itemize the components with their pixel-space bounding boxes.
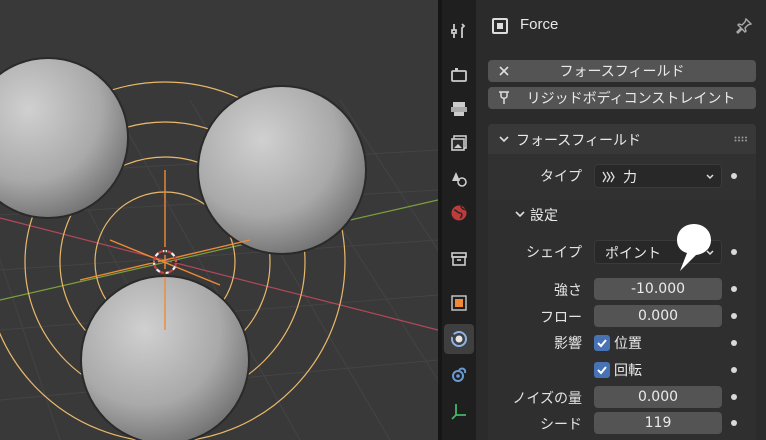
- shape-label: シェイプ: [526, 245, 582, 261]
- type-dropdown[interactable]: 力: [594, 164, 722, 188]
- checkmark-icon: [597, 339, 607, 348]
- strength-field[interactable]: -10.000: [594, 278, 722, 300]
- object-data-icon: [451, 404, 466, 420]
- noise-field[interactable]: 0.000: [594, 386, 722, 408]
- rigid-body-constraint-icon: [499, 91, 509, 104]
- tab-output[interactable]: [444, 94, 474, 124]
- force-field-panel: フォースフィールド タイプ 力 設定 シェイプ ポイント 強さ -10.000: [488, 124, 756, 440]
- 3d-viewport[interactable]: [0, 0, 438, 440]
- affect-label: 影響: [554, 336, 582, 352]
- rigid-body-constraint-label: リジッドボディコンストレイント: [526, 91, 736, 107]
- constraints-icon: [452, 367, 467, 382]
- tab-world[interactable]: [444, 198, 474, 228]
- checkmark-icon: [597, 366, 607, 375]
- output-icon: [451, 102, 467, 116]
- physics-icon: [451, 331, 467, 347]
- tab-constraints[interactable]: [444, 360, 474, 390]
- speech-bubble-icon: [677, 224, 711, 271]
- type-value: 力: [623, 170, 637, 186]
- keyframe-dot[interactable]: [731, 394, 737, 400]
- keyframe-dot[interactable]: [731, 420, 737, 426]
- properties-editor: Force フォースフィールド リジッドボディコンストレイント フォースフィール…: [476, 0, 766, 440]
- properties-header: Force: [476, 0, 766, 52]
- affect-location-label[interactable]: 位置: [614, 333, 642, 353]
- pin-icon[interactable]: [734, 16, 754, 36]
- keyframe-dot[interactable]: [731, 313, 737, 319]
- object-icon: [451, 295, 467, 311]
- world-icon: [451, 205, 467, 221]
- noise-label: ノイズの量: [512, 391, 582, 407]
- tab-view-layer[interactable]: [444, 128, 474, 158]
- drag-handle-icon[interactable]: [734, 136, 748, 142]
- close-icon: [499, 66, 509, 76]
- remove-force-field-label: フォースフィールド: [559, 64, 685, 80]
- seed-field[interactable]: 119: [594, 412, 722, 434]
- properties-tab-bar: [442, 0, 476, 440]
- flow-field[interactable]: 0.000: [594, 305, 722, 327]
- sphere-object[interactable]: [197, 85, 367, 255]
- tool-icon: [451, 23, 466, 38]
- flow-label: フロー: [540, 310, 582, 326]
- sphere-object[interactable]: [0, 57, 129, 219]
- affect-rotation-label[interactable]: 回転: [614, 360, 642, 380]
- keyframe-dot[interactable]: [731, 286, 737, 292]
- keyframe-dot[interactable]: [731, 340, 737, 346]
- type-label: タイプ: [540, 169, 582, 185]
- affect-rotation-checkbox[interactable]: [594, 362, 610, 378]
- scene-icon: [452, 172, 467, 187]
- chevron-down-icon: [706, 174, 714, 180]
- keyframe-dot[interactable]: [731, 173, 737, 179]
- collection-icon: [451, 252, 467, 266]
- force-icon: [602, 171, 615, 183]
- seed-label: シード: [540, 417, 582, 433]
- tab-render[interactable]: [444, 60, 474, 90]
- tab-scene[interactable]: [444, 164, 474, 194]
- panel-title: フォースフィールド: [516, 133, 642, 149]
- settings-subpanel: 設定 シェイプ ポイント 強さ -10.000 フロー 0.000 影響 位置 …: [488, 200, 756, 440]
- tab-object[interactable]: [444, 288, 474, 318]
- view-layer-icon: [451, 135, 467, 151]
- keyframe-dot[interactable]: [731, 367, 737, 373]
- shape-value: ポイント: [605, 246, 661, 262]
- chevron-down-icon: [499, 136, 509, 143]
- object-name: Force: [520, 16, 559, 33]
- settings-title[interactable]: 設定: [530, 205, 558, 225]
- object-icon: [492, 18, 508, 34]
- tab-tool[interactable]: [444, 16, 474, 46]
- tab-collection[interactable]: [444, 244, 474, 274]
- tab-physics[interactable]: [444, 324, 474, 354]
- chevron-down-icon[interactable]: [514, 208, 526, 220]
- strength-label: 強さ: [554, 283, 582, 299]
- viewport-canvas[interactable]: [0, 0, 438, 440]
- keyframe-dot[interactable]: [731, 249, 737, 255]
- force-field-panel-header[interactable]: フォースフィールド: [488, 124, 756, 154]
- rigid-body-constraint-button[interactable]: リジッドボディコンストレイント: [488, 87, 756, 109]
- remove-force-field-button[interactable]: フォースフィールド: [488, 60, 756, 82]
- render-icon: [451, 68, 467, 82]
- tab-object-data[interactable]: [444, 396, 474, 426]
- affect-location-checkbox[interactable]: [594, 335, 610, 351]
